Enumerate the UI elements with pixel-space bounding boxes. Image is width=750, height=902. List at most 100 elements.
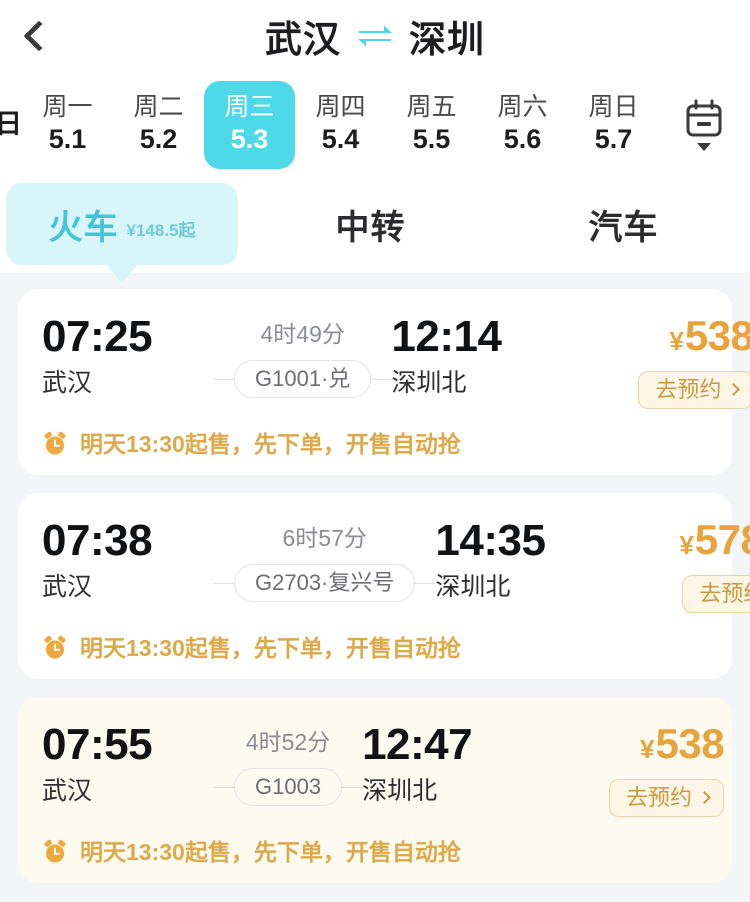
- tab-bus[interactable]: 汽车: [497, 183, 750, 265]
- departure-block: 07:38 武汉: [42, 519, 214, 600]
- arrival-station: 深圳北: [435, 573, 511, 601]
- currency-symbol: ¥: [669, 326, 684, 356]
- train-number-line: G2703·复兴号: [214, 564, 436, 602]
- price-amount: 578.5: [694, 516, 750, 563]
- sale-notice: 明天13:30起售，先下单，开售自动抢: [42, 431, 708, 457]
- ticket-price: ¥ 538: [640, 720, 725, 767]
- date-number: 5.7: [594, 124, 633, 155]
- tab-train-price-from: ¥148.5起: [126, 220, 196, 240]
- connector-line-left: [214, 786, 234, 788]
- ticket-price: ¥ 578.5: [679, 519, 750, 561]
- back-chevron-icon: [23, 20, 55, 52]
- date-number: 5.2: [139, 124, 178, 155]
- train-number-line: G1003: [214, 768, 363, 806]
- sale-notice-text: 明天13:30起售，先下单，开售自动抢: [80, 838, 461, 865]
- trip-middle-block: 6时57分 G2703·复兴号: [214, 519, 436, 602]
- train-card[interactable]: 07:25 武汉 4时49分 G1001·兑 12:14 深圳北 ¥ 538 去…: [18, 289, 750, 475]
- origin-city: 武汉: [265, 19, 341, 60]
- arrival-block: 14:35 深圳北: [435, 519, 607, 600]
- date-number: 5.5: [412, 124, 451, 155]
- price-amount: 538: [655, 720, 725, 767]
- price-amount: 538: [684, 312, 750, 359]
- date-number: 5.6: [503, 124, 542, 155]
- date-number: 5.4: [321, 124, 360, 155]
- date-weekday: 周四: [315, 92, 366, 121]
- book-button[interactable]: 去预约: [609, 779, 725, 817]
- date-item-2-selected[interactable]: 周三 5.3: [204, 80, 295, 169]
- ticket-price: ¥ 538: [669, 315, 750, 357]
- train-card-main-row: 07:55 武汉 4时52分 G1003 12:47 深圳北 ¥ 538 去预约: [42, 723, 725, 817]
- price-block: ¥ 538 去预约: [563, 315, 750, 409]
- train-number-line: G1001·兑: [214, 360, 392, 398]
- trip-middle-block: 4时49分 G1001·兑: [214, 315, 392, 398]
- alarm-clock-icon: [44, 635, 66, 659]
- price-block: ¥ 538 去预约: [534, 720, 725, 817]
- arrival-time: 12:47: [362, 720, 473, 769]
- departure-block: 07:25 武汉: [42, 315, 214, 396]
- book-button[interactable]: 去预约: [638, 371, 750, 409]
- date-scroll-container[interactable]: 日 周一 5.1 周二 5.2 周三 5.3 周四 5.4 周五 5.5 周六 …: [0, 72, 658, 177]
- departure-block: 07:55 武汉: [42, 723, 214, 804]
- calendar-picker-button[interactable]: [658, 72, 750, 177]
- tab-bus-label: 汽车: [588, 208, 659, 247]
- currency-symbol: ¥: [640, 734, 655, 764]
- arrival-station: 深圳北: [391, 369, 467, 397]
- train-card[interactable]: 07:55 武汉 4时52分 G1003 12:47 深圳北 ¥ 538 去预约…: [18, 697, 732, 883]
- connector-line-right: [342, 786, 363, 788]
- departure-station: 武汉: [42, 573, 93, 601]
- sale-notice-text: 明天13:30起售，先下单，开售自动抢: [80, 430, 461, 457]
- arrival-block: 12:14 深圳北: [391, 315, 563, 396]
- swap-arrows-icon: [358, 25, 392, 47]
- departure-time: 07:55: [42, 720, 153, 769]
- date-selector-bar: 日 周一 5.1 周二 5.2 周三 5.3 周四 5.4 周五 5.5 周六 …: [0, 72, 750, 177]
- date-item-1[interactable]: 周二 5.2: [113, 81, 204, 169]
- back-button[interactable]: [0, 0, 78, 72]
- transport-mode-tabs: 火车 ¥148.5起 中转 汽车: [0, 177, 750, 283]
- arrival-block: 12:47 深圳北: [362, 723, 534, 804]
- route-title: 武汉 深圳: [0, 0, 750, 72]
- date-weekday: 周六: [497, 92, 548, 121]
- currency-symbol: ¥: [679, 530, 694, 560]
- date-weekday: 周五: [406, 92, 457, 121]
- departure-station: 武汉: [42, 369, 93, 397]
- book-button-label: 去预约: [626, 785, 693, 810]
- train-card[interactable]: 07:38 武汉 6时57分 G2703·复兴号 14:35 深圳北 ¥ 57 …: [18, 493, 750, 679]
- tab-train[interactable]: 火车 ¥148.5起: [6, 183, 238, 283]
- arrival-time: 14:35: [435, 516, 546, 565]
- destination-city: 深圳: [409, 19, 485, 60]
- book-button-label: 去预约: [655, 377, 722, 402]
- alarm-clock-icon: [44, 839, 66, 863]
- sale-notice: 明天13:30起售，先下单，开售自动抢: [42, 839, 708, 865]
- train-result-list: 07:25 武汉 4时49分 G1001·兑 12:14 深圳北 ¥ 538 去…: [0, 273, 750, 902]
- date-item-0[interactable]: 周一 5.1: [22, 81, 113, 169]
- arrival-station: 深圳北: [362, 777, 438, 805]
- app-header: 武汉 深圳: [0, 0, 750, 72]
- connector-line-left: [214, 378, 234, 380]
- date-item-6[interactable]: 周日 5.7: [568, 81, 658, 169]
- date-item-partial[interactable]: 日: [0, 81, 22, 169]
- trip-duration: 6时57分: [282, 525, 367, 551]
- connector-line-right: [371, 378, 392, 380]
- tab-transfer[interactable]: 中转: [244, 183, 497, 265]
- date-weekday: 周二: [133, 92, 184, 121]
- date-weekday: 周三: [224, 92, 275, 121]
- sale-notice: 明天13:30起售，先下单，开售自动抢: [42, 635, 708, 661]
- chevron-right-icon: [727, 383, 741, 396]
- train-card-main-row: 07:38 武汉 6时57分 G2703·复兴号 14:35 深圳北 ¥ 57 …: [42, 519, 750, 613]
- departure-time: 07:38: [42, 516, 153, 565]
- trip-duration: 4时49分: [260, 321, 345, 347]
- date-weekday: 周日: [588, 92, 639, 121]
- date-partial-label: 日: [0, 108, 22, 139]
- book-button[interactable]: 去预约: [682, 575, 750, 613]
- chevron-right-icon: [698, 791, 711, 804]
- train-card-main-row: 07:25 武汉 4时49分 G1001·兑 12:14 深圳北 ¥ 538 去…: [42, 315, 750, 409]
- tab-train-label: 火车: [48, 208, 119, 247]
- date-item-5[interactable]: 周六 5.6: [477, 81, 568, 169]
- train-search-screen: 武汉 深圳 日 周一 5.1 周二 5.2 周三 5.3 周四 5.4 周五 5…: [0, 0, 750, 902]
- date-weekday: 周一: [42, 92, 93, 121]
- date-item-3[interactable]: 周四 5.4: [295, 81, 386, 169]
- connector-line-left: [214, 582, 234, 584]
- tab-pointer-icon: [106, 264, 138, 283]
- date-item-4[interactable]: 周五 5.5: [386, 81, 477, 169]
- departure-station: 武汉: [42, 777, 93, 805]
